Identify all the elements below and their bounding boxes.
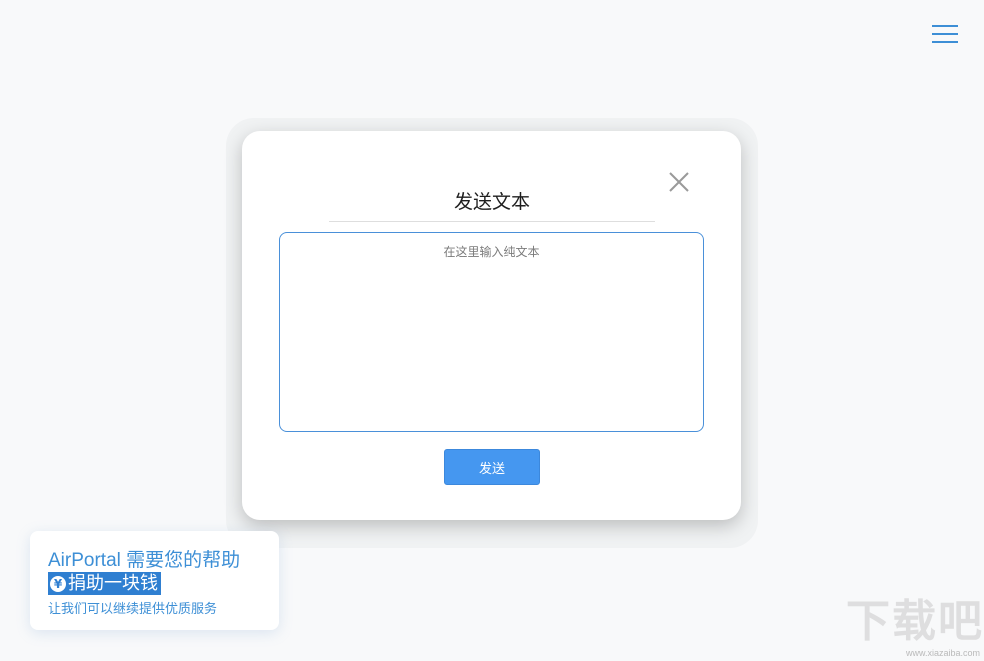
menu-bar — [932, 25, 958, 27]
donate-subtext: 让我们可以继续提供优质服务 — [48, 602, 218, 617]
close-icon[interactable] — [668, 171, 690, 193]
watermark-url: www.xiazaiba.com — [905, 648, 980, 658]
hamburger-menu-icon[interactable] — [932, 24, 960, 46]
donate-link[interactable]: ¥ 捐助一块钱 — [48, 572, 161, 595]
menu-bar — [932, 33, 958, 35]
donate-heading: AirPortal 需要您的帮助 — [48, 550, 241, 571]
page: 发送文本 发送 AirPortal 需要您的帮助 ¥ 捐助一块钱 让我们可以继续… — [0, 0, 984, 661]
modal-title: 发送文本 — [329, 189, 655, 222]
send-button[interactable]: 发送 — [444, 449, 540, 485]
text-input[interactable] — [279, 232, 704, 432]
menu-bar — [932, 41, 958, 43]
watermark-logo: 下载吧 — [846, 596, 984, 647]
send-text-modal: 发送文本 发送 — [242, 131, 741, 520]
donate-link-label: 捐助一块钱 — [68, 573, 158, 594]
donate-card[interactable]: AirPortal 需要您的帮助 ¥ 捐助一块钱 让我们可以继续提供优质服务 — [30, 531, 279, 630]
watermark: 下载吧 www.xiazaiba.com — [846, 596, 984, 659]
yen-icon: ¥ — [50, 575, 66, 592]
